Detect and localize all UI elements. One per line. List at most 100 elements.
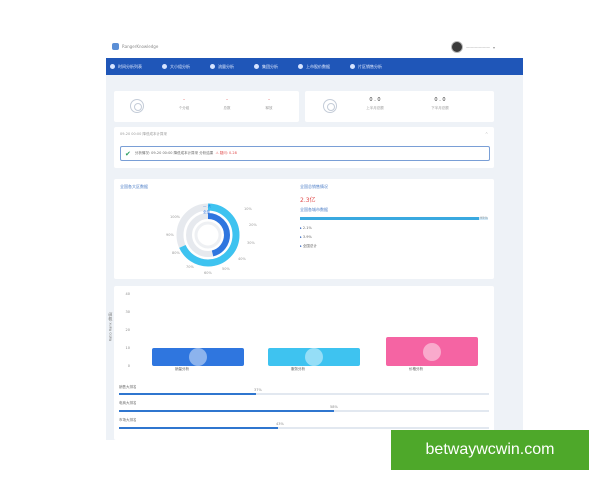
main-nav: 时间分析列表 大小组分析 流量分析 集团分析 上市股价数据 片区销售分析	[106, 58, 523, 75]
nav-item-corp[interactable]: 集团分析	[254, 64, 278, 70]
flag-icon	[254, 64, 259, 69]
donut-tick: 10%	[244, 207, 252, 211]
logo-icon	[112, 43, 119, 50]
notice-highlight: ⚠ 疑问: 0.28	[215, 151, 237, 155]
group-icon	[162, 64, 167, 69]
bar-2[interactable]	[268, 348, 360, 366]
y-tick: 40	[125, 292, 130, 296]
y-tick: 0	[127, 364, 130, 368]
nav-label: 集团分析	[262, 63, 278, 69]
nav-item-stock[interactable]: 上市股价数据	[298, 64, 330, 70]
progress-row-track	[119, 410, 489, 412]
progress-row-fill	[119, 393, 256, 395]
donut-tick: 50%	[222, 267, 230, 271]
progress-row-pct: 43%	[276, 422, 284, 426]
notice-message: 分析情况: 09-20 00:00 降低成本计算采 分析结果	[134, 151, 214, 155]
summary-title: 全国总销售情况	[300, 184, 328, 189]
progress-row-label: 电商大排名	[119, 401, 137, 405]
send-icon	[210, 64, 215, 69]
donut-center-bottom: 全部	[203, 210, 210, 214]
stat-value: 0 . 0	[369, 97, 381, 103]
check-icon: ✔	[125, 149, 131, 158]
y-axis-label: Ratio Rank (数值)	[108, 311, 113, 342]
logo-text: RangerKnowledge	[122, 44, 159, 49]
summary-subtitle: 全国各城市数据	[300, 207, 328, 212]
summary-progress	[300, 217, 488, 220]
donut-tick: 90%	[166, 233, 174, 237]
y-tick: 20	[125, 328, 130, 332]
progress-row-track	[119, 427, 489, 429]
progress-row-label: 市场大排名	[119, 418, 137, 422]
donut-tick: 40%	[238, 257, 246, 261]
stat-total: - 总数	[212, 97, 242, 111]
progress-row-label: 销售大排名	[119, 385, 137, 389]
chevron-down-icon: ▾	[492, 44, 495, 50]
stat-label: 总数	[223, 106, 231, 110]
nav-label: 流量分析	[218, 63, 234, 69]
avatar[interactable]	[450, 41, 463, 53]
nav-item-traffic[interactable]: 流量分析	[210, 64, 234, 70]
donut-tick: 60%	[204, 271, 212, 275]
globe-icon	[130, 99, 144, 113]
pie-icon	[189, 348, 207, 366]
clock-icon	[110, 64, 115, 69]
stat-value: 0 . 0	[434, 97, 446, 103]
stats-card-right: 0 . 0 上半月总额 0 . 0 下半月总额	[305, 91, 494, 122]
nav-item-group[interactable]: 大小组分析	[162, 64, 190, 70]
stat-value: -	[226, 97, 228, 103]
collapse-button[interactable]: ^	[485, 132, 488, 136]
nav-label: 时间分析列表	[118, 63, 142, 69]
stat-label: 释放	[265, 106, 273, 110]
y-tick: 30	[125, 310, 130, 314]
progress-row-fill	[119, 410, 334, 412]
stat-release: - 释放	[254, 97, 284, 111]
donut-tick: 100%	[170, 215, 181, 219]
app-logo[interactable]: RangerKnowledge	[112, 43, 158, 50]
stat-label: 个分组	[178, 106, 190, 110]
pie-icon	[423, 342, 441, 361]
app-window: RangerKnowledge —————— ▾ 时间分析列表 大小组分析 流量…	[106, 36, 523, 440]
stats-card-left: - 个分组 - 总数 - 释放	[114, 91, 299, 122]
bar-3[interactable]	[386, 337, 478, 366]
stat-value: -	[183, 97, 185, 103]
summary-amount: 2.3亿	[300, 197, 316, 204]
progress-row-fill	[119, 427, 279, 429]
notice-text: 分析情况: 09-20 00:00 降低成本计算采 分析结果 ⚠ 疑问: 0.2…	[135, 151, 237, 156]
user-name: ——————	[465, 44, 490, 50]
donut-center-top: — 大	[203, 204, 212, 208]
bar-label: 服务分析	[291, 367, 305, 371]
legend-item: 3.9%	[300, 235, 312, 239]
legend-item: 2.1%	[300, 226, 312, 230]
key-icon	[350, 64, 355, 69]
user-menu[interactable]: —————— ▾	[450, 41, 495, 53]
donut-tick: 80%	[172, 251, 180, 255]
donut-title: 全国各大区数据	[120, 184, 148, 189]
bar-label: 价格分析	[409, 367, 423, 371]
stat-first-half: 0 . 0 上半月总额	[355, 97, 395, 111]
stat-groups: - 个分组	[169, 97, 199, 111]
stat-second-half: 0 . 0 下半月总额	[420, 97, 460, 111]
legend-item: 全国总计	[300, 244, 317, 249]
stat-value: -	[268, 97, 270, 103]
progress-row-track	[119, 393, 489, 395]
top-bar: RangerKnowledge —————— ▾	[106, 36, 523, 58]
bar-1[interactable]	[152, 348, 244, 366]
donut-tick: 20%	[249, 223, 257, 227]
globe-icon	[323, 99, 337, 113]
summary-progress-fill	[300, 217, 479, 220]
stat-label: 下半月总额	[431, 106, 449, 110]
nav-item-time[interactable]: 时间分析列表	[110, 64, 142, 70]
donut-tick: 30%	[247, 241, 255, 245]
nav-item-region[interactable]: 片区销售分析	[350, 64, 382, 70]
progress-row-pct: 58%	[330, 405, 338, 409]
overview-card: 全国各大区数据 — 大 全部 10% 20% 30% 40% 50% 60% 7…	[114, 179, 494, 279]
notice-card: 09-20 00:00 降低成本计算采 ^ ✔ 分析情况: 09-20 00:0…	[114, 127, 494, 168]
nav-label: 上市股价数据	[306, 63, 330, 69]
notice-alert: ✔ 分析情况: 09-20 00:00 降低成本计算采 分析结果 ⚠ 疑问: 0…	[120, 146, 490, 161]
bar-chart-card: Ratio Rank (数值) 40 30 20 10 0 销量分析 服务分析 …	[108, 286, 494, 440]
summary-progress-text: 95%	[480, 216, 488, 220]
progress-row-pct: 37%	[254, 388, 262, 392]
bar-label: 销量分析	[175, 367, 189, 371]
pie-icon	[305, 348, 323, 366]
nav-label: 大小组分析	[170, 63, 190, 69]
